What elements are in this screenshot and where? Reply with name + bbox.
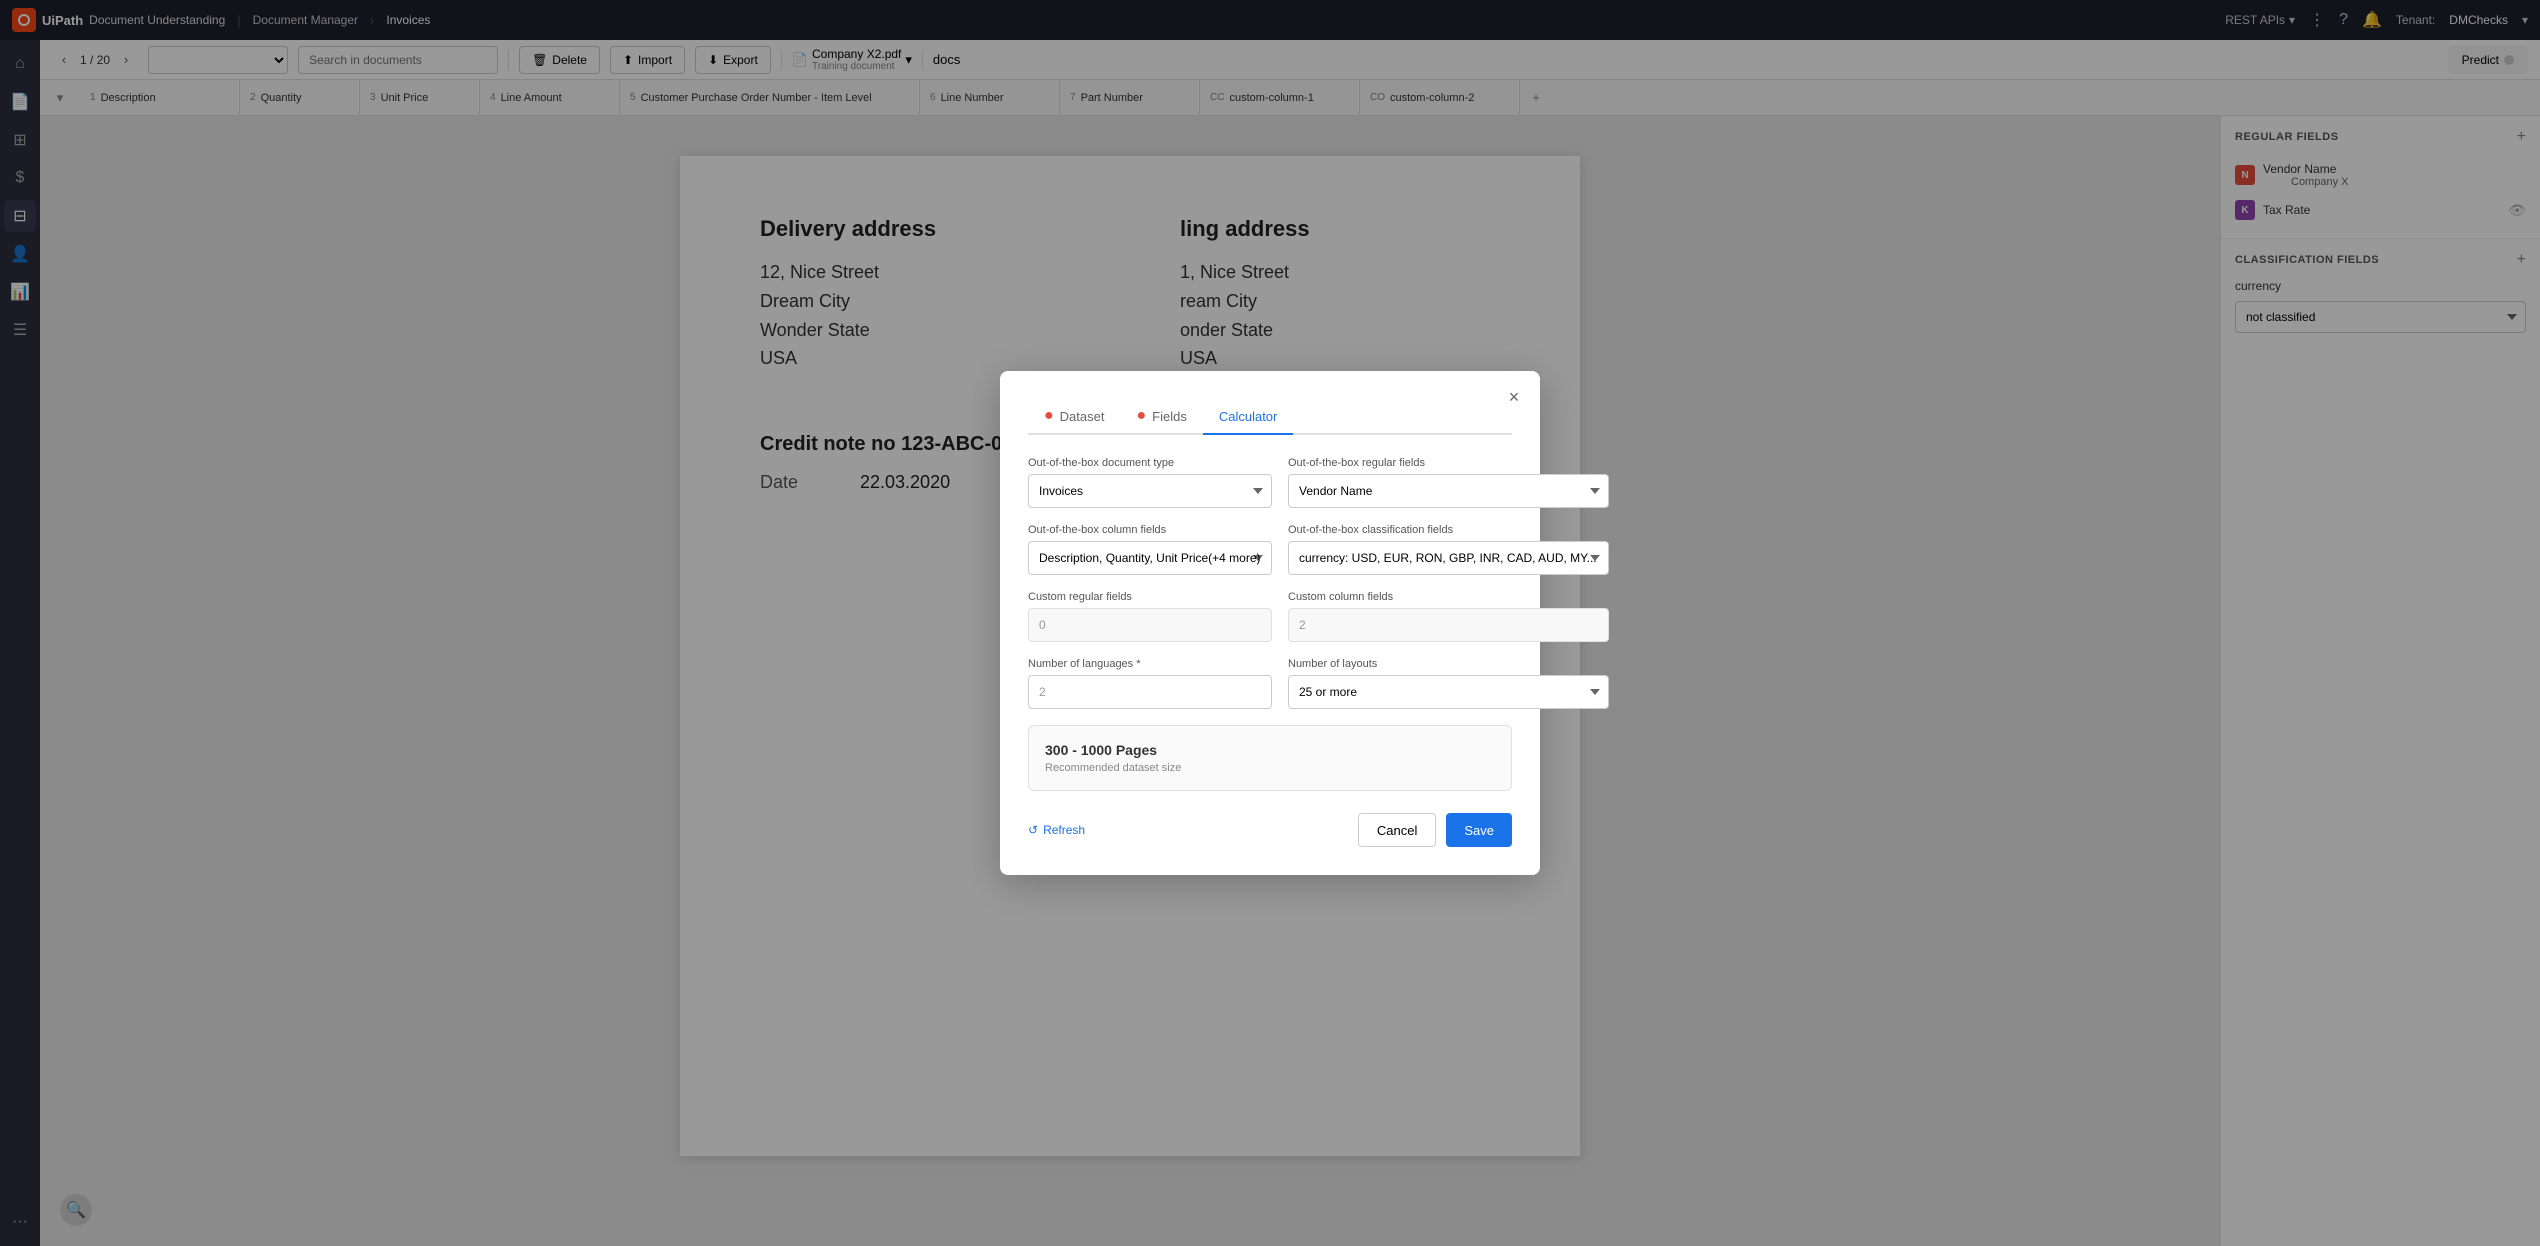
ootb-classification-select[interactable]: currency: USD, EUR, RON, GBP, INR, CAD, … <box>1288 541 1609 575</box>
ootb-doc-type-group: Out-of-the-box document type Invoices <box>1028 457 1272 508</box>
custom-regular-input[interactable] <box>1028 608 1272 642</box>
num-layouts-group: Number of layouts 25 or more <box>1288 658 1609 709</box>
result-box: 300 - 1000 Pages Recommended dataset siz… <box>1028 725 1512 791</box>
ootb-regular-fields-group: Out-of-the-box regular fields Vendor Nam… <box>1288 457 1609 508</box>
ootb-regular-fields-label: Out-of-the-box regular fields <box>1288 457 1609 469</box>
num-layouts-select[interactable]: 25 or more <box>1288 675 1609 709</box>
num-languages-input[interactable] <box>1028 675 1272 709</box>
refresh-icon: ↺ <box>1028 823 1038 837</box>
footer-actions: Cancel Save <box>1358 813 1512 847</box>
modal-close-btn[interactable]: × <box>1502 385 1526 409</box>
tab-calculator[interactable]: Calculator <box>1203 399 1294 435</box>
modal-footer: ↺ Refresh Cancel Save <box>1028 813 1512 847</box>
calculator-form: Out-of-the-box document type Invoices Ou… <box>1028 457 1512 709</box>
custom-column-input[interactable] <box>1288 608 1609 642</box>
refresh-btn[interactable]: ↺ Refresh <box>1028 823 1085 837</box>
ootb-doc-type-select[interactable]: Invoices <box>1028 474 1272 508</box>
modal-tabs: ● Dataset ● Fields Calculator <box>1028 399 1512 435</box>
cancel-btn[interactable]: Cancel <box>1358 813 1436 847</box>
tab-fields[interactable]: ● Fields <box>1120 399 1202 435</box>
ootb-regular-fields-select[interactable]: Vendor Name <box>1288 474 1609 508</box>
fields-error-icon: ● <box>1136 407 1146 425</box>
modal-overlay[interactable]: × ● Dataset ● Fields Calculator Out-of-t… <box>0 0 2540 1246</box>
ootb-column-fields-group: Out-of-the-box column fields Description… <box>1028 524 1272 575</box>
num-languages-label: Number of languages * <box>1028 658 1272 670</box>
custom-regular-group: Custom regular fields <box>1028 591 1272 642</box>
ootb-doc-type-label: Out-of-the-box document type <box>1028 457 1272 469</box>
ootb-classification-group: Out-of-the-box classification fields cur… <box>1288 524 1609 575</box>
result-recommended: Recommended dataset size <box>1045 762 1495 774</box>
num-languages-group: Number of languages * <box>1028 658 1272 709</box>
ootb-classification-label: Out-of-the-box classification fields <box>1288 524 1609 536</box>
custom-column-label: Custom column fields <box>1288 591 1609 603</box>
save-btn[interactable]: Save <box>1446 813 1512 847</box>
ootb-column-fields-select[interactable]: Description, Quantity, Unit Price(+4 mor… <box>1028 541 1272 575</box>
result-pages: 300 - 1000 Pages <box>1045 742 1495 758</box>
custom-regular-label: Custom regular fields <box>1028 591 1272 603</box>
ootb-column-fields-label: Out-of-the-box column fields <box>1028 524 1272 536</box>
num-layouts-label: Number of layouts <box>1288 658 1609 670</box>
calculator-modal: × ● Dataset ● Fields Calculator Out-of-t… <box>1000 371 1540 875</box>
dataset-error-icon: ● <box>1044 407 1054 425</box>
tab-dataset[interactable]: ● Dataset <box>1028 399 1120 435</box>
custom-column-group: Custom column fields <box>1288 591 1609 642</box>
